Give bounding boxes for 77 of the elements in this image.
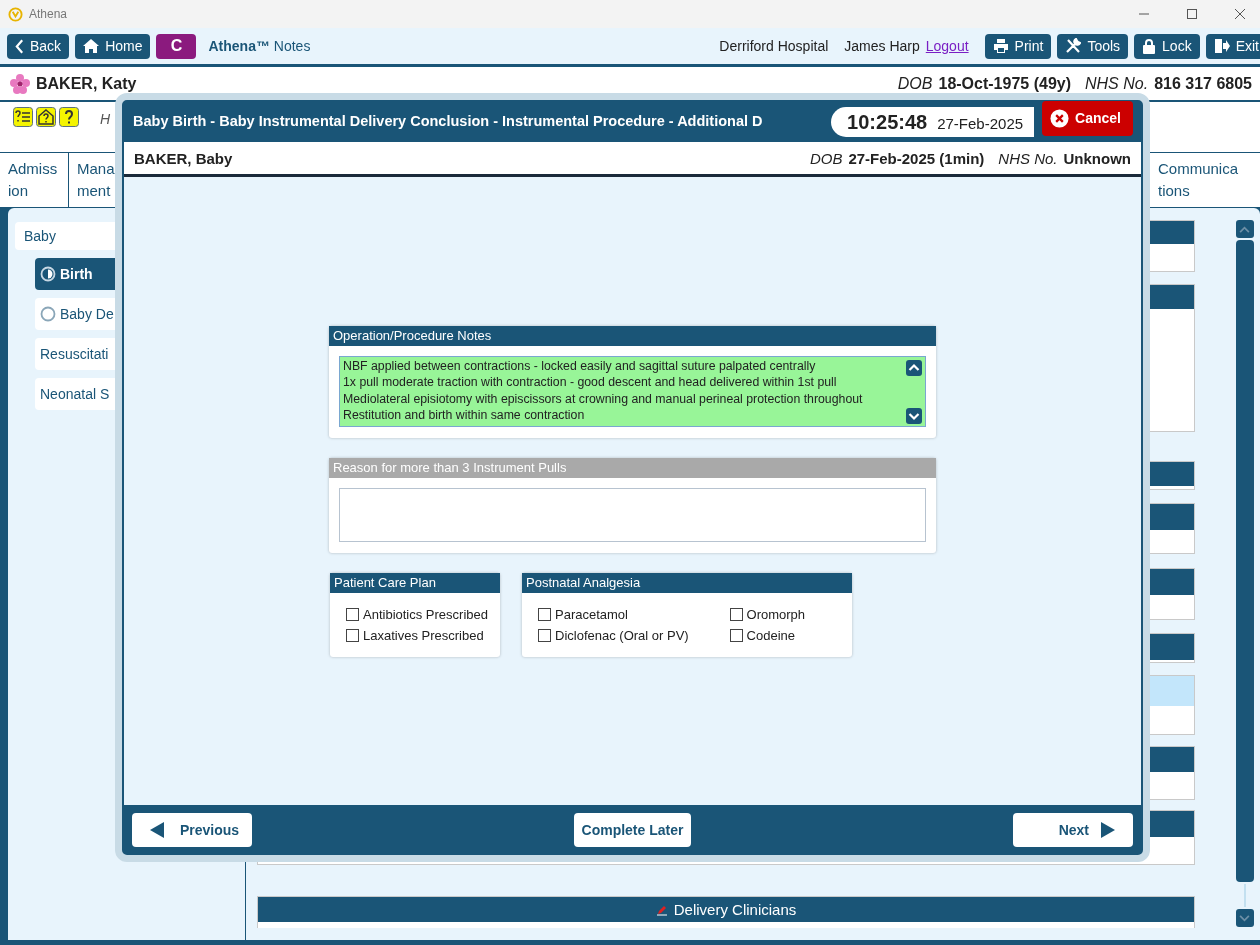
- dob-label: DOB: [809, 149, 843, 167]
- tools-button[interactable]: Tools: [1057, 33, 1129, 59]
- note-line: NBF applied between contractions - locked easily and sagittal suture palpated centrally: [343, 357, 817, 374]
- section-title: Reason for more than 3 Instrument Pulls: [329, 457, 936, 478]
- note-line: Restitution and birth within same contraction: [343, 407, 586, 424]
- logout-link[interactable]: Logout: [925, 38, 969, 54]
- tab[interactable]: Admiss ion: [0, 153, 69, 207]
- checkbox-label: Paracetamol: [555, 606, 628, 622]
- scrollbar-thumb[interactable]: [1235, 240, 1254, 882]
- section-title: Postnatal Analgesia: [522, 572, 852, 593]
- flower-icon: [10, 73, 30, 94]
- module-button[interactable]: C: [156, 33, 197, 59]
- exit-icon: [1213, 38, 1230, 54]
- scroll-down-icon[interactable]: [906, 407, 922, 424]
- lock-button[interactable]: Lock: [1134, 33, 1200, 59]
- close-icon[interactable]: [1234, 8, 1246, 20]
- baby-name: BAKER, Baby: [134, 149, 233, 167]
- printer-icon: [992, 38, 1009, 54]
- checkbox-label: Antibiotics Prescribed: [363, 606, 488, 622]
- patient-name: BAKER, Katy: [36, 74, 137, 93]
- nhs-number-label: NHS No.: [1085, 74, 1149, 93]
- user-name: James Harp: [844, 38, 920, 54]
- checkbox-label: Codeine: [746, 627, 795, 643]
- back-icon: [15, 38, 24, 54]
- hospital-name: Derriford Hospital: [719, 38, 829, 54]
- alert-text: H: [100, 111, 111, 127]
- notes-field[interactable]: [339, 355, 926, 427]
- checkbox[interactable]: [346, 607, 359, 621]
- scroll-up-icon[interactable]: [906, 359, 922, 376]
- home-icon: [83, 38, 100, 54]
- note-line: Mediolateral episiotomy with episcissors at crowning and manual perineal protection throughout: [343, 390, 864, 407]
- section-title: Patient Care Plan: [330, 572, 500, 593]
- scroll-up-button[interactable]: [1235, 220, 1254, 238]
- checkbox[interactable]: [538, 628, 551, 642]
- window-title: Athena: [29, 7, 68, 21]
- date-of-birth: 27-Feb-2025 (1min): [848, 149, 985, 167]
- date-text: 27-Feb-2025: [937, 115, 1024, 132]
- app-logo-icon: [8, 6, 23, 22]
- nhs-number: 816 317 6805: [1154, 74, 1252, 93]
- nhs-number-label: NHS No.: [998, 149, 1058, 167]
- print-button[interactable]: Print: [984, 33, 1052, 59]
- previous-button[interactable]: Previous: [132, 813, 252, 847]
- next-button[interactable]: Next: [1013, 813, 1133, 847]
- scroll-down-button[interactable]: [1235, 909, 1254, 927]
- checkbox[interactable]: [538, 607, 551, 621]
- close-circle-icon: [1050, 108, 1070, 128]
- section-title: Operation/Procedure Notes: [329, 325, 936, 346]
- cancel-button[interactable]: Cancel: [1042, 100, 1133, 136]
- chevron-down-icon: [1239, 914, 1250, 922]
- checkbox-label: Oromorph: [746, 606, 806, 622]
- nhs-number: Unknown: [1063, 149, 1131, 167]
- complete-later-button[interactable]: Complete Later: [573, 813, 692, 847]
- note-line: 1x pull moderate traction with contraction - good descent and head delivered within 1st pull: [343, 374, 838, 391]
- right-triangle-icon: [1101, 822, 1115, 838]
- exit-button[interactable]: Exit: [1205, 33, 1260, 59]
- date-of-birth: 18-Oct-1975 (49y): [938, 74, 1071, 93]
- checkbox[interactable]: [346, 628, 359, 642]
- question-house-icon[interactable]: [36, 107, 56, 127]
- pencil-icon: [655, 903, 668, 916]
- left-triangle-icon: [150, 822, 164, 838]
- chevron-up-icon: [1239, 225, 1250, 233]
- checkbox[interactable]: [729, 628, 743, 642]
- dob-label: DOB: [897, 74, 933, 93]
- question-list-icon[interactable]: [13, 107, 33, 127]
- question-icon[interactable]: [59, 107, 79, 127]
- maximize-icon[interactable]: [1186, 8, 1198, 20]
- lock-icon: [1142, 38, 1157, 54]
- home-button[interactable]: Home: [75, 33, 151, 59]
- panel-title: Delivery Clinicians: [673, 901, 797, 918]
- checkbox-label: Laxatives Prescribed: [363, 627, 484, 643]
- tools-icon: [1065, 38, 1082, 54]
- app-name: Athena™ Notes: [208, 38, 311, 54]
- time-text: 10:25:48: [847, 111, 928, 134]
- dialog-title: Baby Birth - Baby Instrumental Delivery Conclusion - Instrumental Procedure - Additional D: [133, 113, 764, 129]
- checkbox[interactable]: [729, 607, 743, 621]
- back-button[interactable]: Back: [7, 33, 70, 59]
- checkbox-label: Diclofenac (Oral or PV): [555, 627, 689, 643]
